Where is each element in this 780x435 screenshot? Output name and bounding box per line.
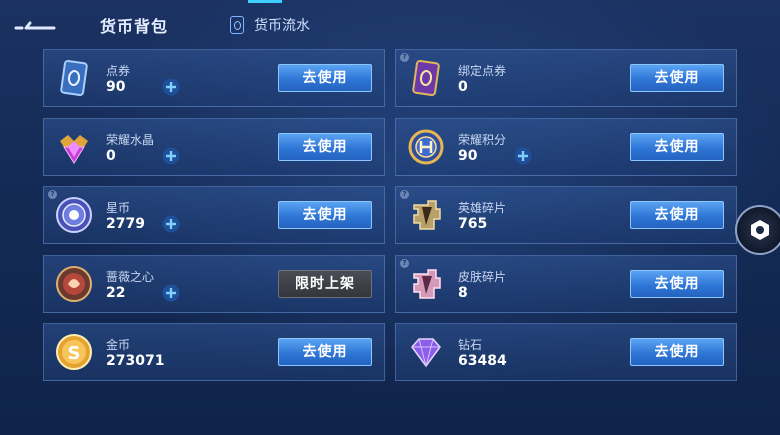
use-star-coin-button[interactable]: 去使用 bbox=[278, 201, 372, 229]
rose-heart-icon bbox=[54, 264, 94, 304]
currency-card-star-coin: ? 星币 2779 去使用 bbox=[43, 186, 385, 244]
currency-amount: 0 bbox=[458, 79, 468, 95]
floating-settings-button[interactable] bbox=[735, 205, 780, 255]
currency-amount: 90 bbox=[106, 79, 126, 95]
use-skin-fragment-button[interactable]: 去使用 bbox=[630, 270, 724, 298]
limited-release-button[interactable]: 限时上架 bbox=[278, 270, 372, 298]
currency-name: 皮肤碎片 bbox=[458, 270, 507, 284]
plus-icon bbox=[162, 147, 180, 165]
history-label: 货币流水 bbox=[254, 18, 310, 34]
plus-icon bbox=[162, 215, 180, 233]
currency-amount: 2779 bbox=[106, 216, 145, 232]
currency-history-link[interactable]: 货币流水 bbox=[230, 14, 310, 36]
star-coin-icon bbox=[54, 195, 94, 235]
back-arrow-icon bbox=[14, 21, 56, 30]
use-gold-coin-button[interactable]: 去使用 bbox=[278, 338, 372, 366]
skin-fragment-icon bbox=[406, 264, 446, 304]
bound-coupon-icon bbox=[406, 58, 446, 98]
add-coupon-button[interactable] bbox=[162, 78, 180, 96]
hero-fragment-icon bbox=[406, 195, 446, 235]
use-glory-points-button[interactable]: 去使用 bbox=[630, 133, 724, 161]
add-glory-points-button[interactable] bbox=[514, 147, 532, 165]
history-icon bbox=[230, 16, 244, 34]
currency-card-gold-coin: S 金币 273071 去使用 bbox=[43, 323, 385, 381]
page-title: 货币背包 bbox=[100, 17, 169, 36]
currency-card-coupon: 点券 90 去使用 bbox=[43, 49, 385, 107]
glory-crystal-icon bbox=[54, 127, 94, 167]
currency-name: 点券 bbox=[106, 64, 131, 78]
currency-card-hero-fragment: ? 英雄碎片 765 去使用 bbox=[395, 186, 737, 244]
currency-amount: 765 bbox=[458, 216, 488, 232]
plus-icon bbox=[162, 78, 180, 96]
currency-card-glory-points: 荣耀积分 90 去使用 bbox=[395, 118, 737, 176]
plus-icon bbox=[514, 147, 532, 165]
use-bound-coupon-button[interactable]: 去使用 bbox=[630, 64, 724, 92]
plus-icon bbox=[162, 284, 180, 302]
use-glory-crystal-button[interactable]: 去使用 bbox=[278, 133, 372, 161]
currency-name: 金币 bbox=[106, 338, 131, 352]
currency-name: 蔷薇之心 bbox=[106, 270, 155, 284]
currency-name: 英雄碎片 bbox=[458, 201, 507, 215]
currency-name: 钻石 bbox=[458, 338, 483, 352]
currency-amount: 273071 bbox=[106, 353, 165, 369]
currency-card-rose-heart: 蔷薇之心 22 限时上架 bbox=[43, 255, 385, 313]
currency-card-diamond: 钻石 63484 去使用 bbox=[395, 323, 737, 381]
add-rose-heart-button[interactable] bbox=[162, 284, 180, 302]
top-bar: 货币背包 货币流水 bbox=[0, 0, 780, 48]
coupon-icon bbox=[54, 58, 94, 98]
currency-amount: 0 bbox=[106, 148, 116, 164]
add-glory-crystal-button[interactable] bbox=[162, 147, 180, 165]
currency-amount: 63484 bbox=[458, 353, 507, 369]
glory-points-icon bbox=[406, 127, 446, 167]
svg-text:S: S bbox=[68, 343, 81, 364]
currency-amount: 22 bbox=[106, 285, 126, 301]
use-hero-fragment-button[interactable]: 去使用 bbox=[630, 201, 724, 229]
active-tab-indicator bbox=[248, 0, 282, 3]
currency-card-bound-coupon: ? 绑定点券 0 去使用 bbox=[395, 49, 737, 107]
currency-amount: 8 bbox=[458, 285, 468, 301]
add-star-coin-button[interactable] bbox=[162, 215, 180, 233]
currency-card-glory-crystal: 荣耀水晶 0 去使用 bbox=[43, 118, 385, 176]
back-button[interactable] bbox=[14, 12, 58, 36]
currency-amount: 90 bbox=[458, 148, 478, 164]
hexagon-settings-icon bbox=[751, 220, 769, 240]
currency-name: 荣耀水晶 bbox=[106, 133, 155, 147]
use-coupon-button[interactable]: 去使用 bbox=[278, 64, 372, 92]
currency-name: 星币 bbox=[106, 201, 131, 215]
currency-name: 绑定点券 bbox=[458, 64, 507, 78]
currency-card-skin-fragment: ? 皮肤碎片 8 去使用 bbox=[395, 255, 737, 313]
diamond-icon bbox=[406, 332, 446, 372]
use-diamond-button[interactable]: 去使用 bbox=[630, 338, 724, 366]
gold-coin-icon: S bbox=[54, 332, 94, 372]
currency-name: 荣耀积分 bbox=[458, 133, 507, 147]
